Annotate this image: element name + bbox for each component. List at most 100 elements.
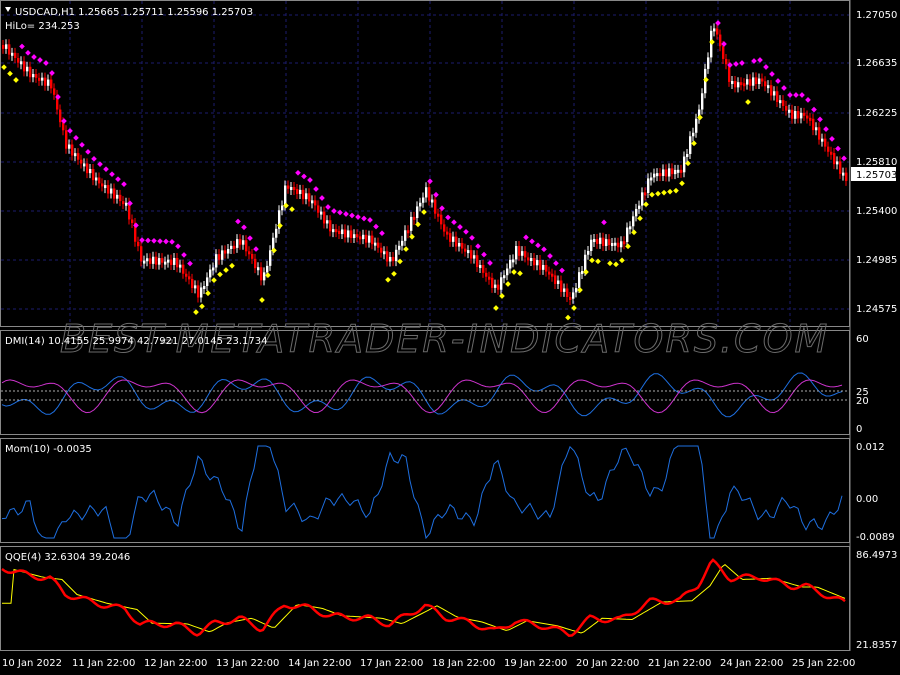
candle-body [386,251,389,262]
candle-body [545,264,548,272]
candle-body [209,269,212,278]
hilo-dot [25,50,31,56]
candle-body [224,250,227,254]
candle-body [599,237,602,244]
candle-body [590,239,593,251]
candle-body [65,130,68,149]
candle-body [398,245,401,250]
chart-window[interactable]: BEST-METATRADER-INDICATORS.COM USDCAD,H1… [0,0,900,675]
time-axis[interactable]: 10 Jan 2022 11 Jan 22:00 12 Jan 22:00 13… [2,658,855,669]
candle-body [185,273,188,277]
candle-body [221,250,224,260]
candle-body [575,288,578,293]
candle-body [452,236,455,242]
price-axis[interactable]: 1.27050 1.26635 1.26225 1.25810 1.25703 … [851,10,897,315]
hilo-dot [541,246,547,253]
price-tick: 1.26225 [856,108,897,119]
hilo-dot [535,242,541,249]
candle-body [44,77,47,86]
candle-body [200,287,203,298]
candle-body [431,199,434,203]
candle-body [671,168,674,175]
hilo-dot [367,217,373,223]
candle-body [173,257,176,265]
price-tick: 1.25400 [856,206,897,217]
candle-body [164,261,167,265]
hilo-dot [769,71,775,77]
candle-body [515,246,518,260]
hilo-dot [655,190,661,197]
mom-tick: -0.0089 [856,532,895,543]
hilo-dot [673,187,679,194]
candle-body [611,243,614,247]
candle-body [86,163,89,174]
qqe-fast-line [1,558,846,637]
candle-body [659,173,662,177]
candle-body [797,111,800,119]
candle-body [38,77,41,81]
candle-body [410,216,413,231]
candle-body [731,80,734,84]
candle-body [158,258,161,265]
candle-body [674,169,677,175]
hilo-dot [355,214,361,220]
candle-body [248,251,251,255]
hilo-dot [775,78,781,84]
candle-body [347,230,350,238]
candle-body [314,200,317,206]
hilo-dot [31,54,37,60]
candle-body [482,265,485,273]
candle-body [839,161,842,174]
hilo-dot [805,97,811,103]
candle-body [551,273,554,277]
candle-body [476,255,479,268]
candle-body [653,173,656,178]
candle-body [194,285,197,289]
candle-body [503,275,506,279]
candle-body [602,237,605,246]
candle-body [341,229,344,235]
candle-body [302,189,305,200]
indicator-lines [1,372,846,637]
price-tick: 1.24985 [856,255,897,266]
candle-body [770,85,773,96]
candle-body [416,206,419,219]
hilo-dot [451,219,457,226]
candle-body [401,240,404,246]
candle-body [500,277,503,290]
time-tick: 25 Jan 22:00 [792,658,855,669]
hilo-dot [319,195,325,201]
candle-body [152,256,155,264]
candle-body [473,255,476,259]
candle-body [77,153,80,160]
candle-body [578,272,581,289]
qqe-tick: 86.4973 [856,550,897,561]
candle-body [110,188,113,194]
hilo-dot [379,230,385,237]
candle-body [275,228,278,238]
hilo-dot [223,267,229,273]
candle-body [740,82,743,86]
candle-body [821,138,824,142]
candle-body [530,258,533,262]
current-price-label: 1.25703 [856,170,897,181]
hilo-dot [121,181,127,187]
collapse-triangle-icon[interactable] [5,7,11,12]
candle-body [617,242,620,248]
hilo-dots [1,20,847,321]
mom-tick: 0.00 [856,494,878,505]
candle-body [632,216,635,227]
candle-body [329,220,332,232]
hilo-dot [787,92,793,98]
candle-body [626,227,629,242]
hilo-dot [601,219,607,226]
mom-tick: 0.012 [856,442,885,453]
hilo-dot [403,246,409,252]
candle-body [743,83,746,87]
hilo-dot [685,160,691,167]
hilo-dot [457,224,463,230]
time-tick: 19 Jan 22:00 [504,658,567,669]
candle-body [692,132,695,137]
hilo-dot [649,191,655,198]
hilo-dot [307,177,313,183]
